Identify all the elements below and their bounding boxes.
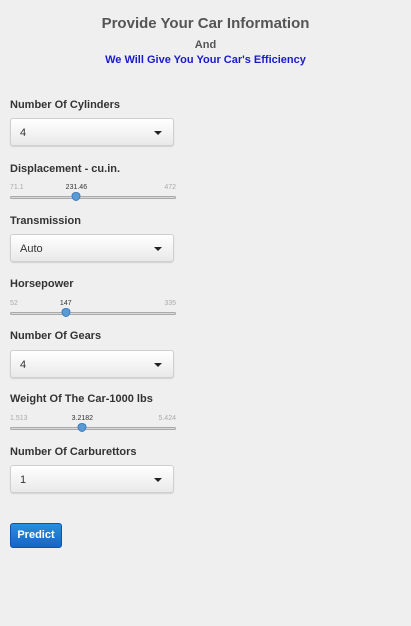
horsepower-field: Horsepower 52 147 335 <box>10 277 176 317</box>
weight-slider-track[interactable] <box>10 427 176 430</box>
page-subtitle-efficiency: We Will Give You Your Car's Efficiency <box>105 54 306 66</box>
carburettors-field: Number Of Carburettors 1 <box>10 445 176 493</box>
weight-field: Weight Of The Car-1000 lbs 1.513 3.2182 … <box>10 392 176 432</box>
carburettors-label: Number Of Carburettors <box>10 446 137 458</box>
gears-select[interactable]: 4 <box>10 350 174 378</box>
cylinders-label: Number Of Cylinders <box>10 99 121 111</box>
transmission-selected-value: Auto <box>20 243 43 255</box>
horsepower-slider[interactable]: 52 147 335 <box>10 299 176 323</box>
displacement-slider[interactable]: 71.1 231.46 472 <box>10 183 176 207</box>
horsepower-slider-handle[interactable] <box>61 308 71 317</box>
cylinders-select[interactable]: 4 <box>10 118 174 146</box>
displacement-label: Displacement - cu.in. <box>10 163 121 175</box>
chevron-down-icon <box>154 363 162 367</box>
displacement-field: Displacement - cu.in. 71.1 231.46 472 <box>10 162 176 201</box>
transmission-label: Transmission <box>10 215 81 227</box>
weight-max-label: 5.424 <box>158 415 176 422</box>
horsepower-current-label: 147 <box>59 300 72 307</box>
weight-min-label: 1.513 <box>10 415 28 422</box>
horsepower-min-label: 52 <box>10 300 18 307</box>
horsepower-max-label: 335 <box>164 300 176 307</box>
weight-label: Weight Of The Car-1000 lbs <box>10 393 153 405</box>
horsepower-slider-track[interactable] <box>10 312 176 315</box>
carburettors-selected-value: 1 <box>20 474 27 486</box>
chevron-down-icon <box>154 478 162 482</box>
chevron-down-icon <box>154 247 162 251</box>
weight-current-label: 3.2182 <box>71 415 94 422</box>
displacement-max-label: 472 <box>164 184 176 191</box>
cylinders-selected-value: 4 <box>20 127 27 139</box>
predict-button[interactable]: Predict <box>10 523 62 548</box>
weight-slider-handle[interactable] <box>77 423 87 432</box>
page-subtitle-and: And <box>194 39 217 51</box>
displacement-current-label: 231.46 <box>65 184 88 191</box>
carburettors-select[interactable]: 1 <box>10 465 174 493</box>
cylinders-field: Number Of Cylinders 4 <box>10 98 176 146</box>
chevron-down-icon <box>154 131 162 135</box>
gears-selected-value: 4 <box>20 359 27 371</box>
transmission-field: Transmission Auto <box>10 214 176 262</box>
displacement-min-label: 71.1 <box>10 184 24 191</box>
gears-field: Number Of Gears 4 <box>10 329 176 378</box>
displacement-slider-track[interactable] <box>10 196 176 199</box>
displacement-slider-handle[interactable] <box>71 192 81 201</box>
gears-label: Number Of Gears <box>10 330 102 342</box>
horsepower-label: Horsepower <box>10 278 74 290</box>
page-title: Provide Your Car Information <box>101 15 310 32</box>
page-header: Provide Your Car Information And We Will… <box>0 15 411 67</box>
weight-slider[interactable]: 1.513 3.2182 5.424 <box>10 414 176 438</box>
transmission-select[interactable]: Auto <box>10 234 174 262</box>
